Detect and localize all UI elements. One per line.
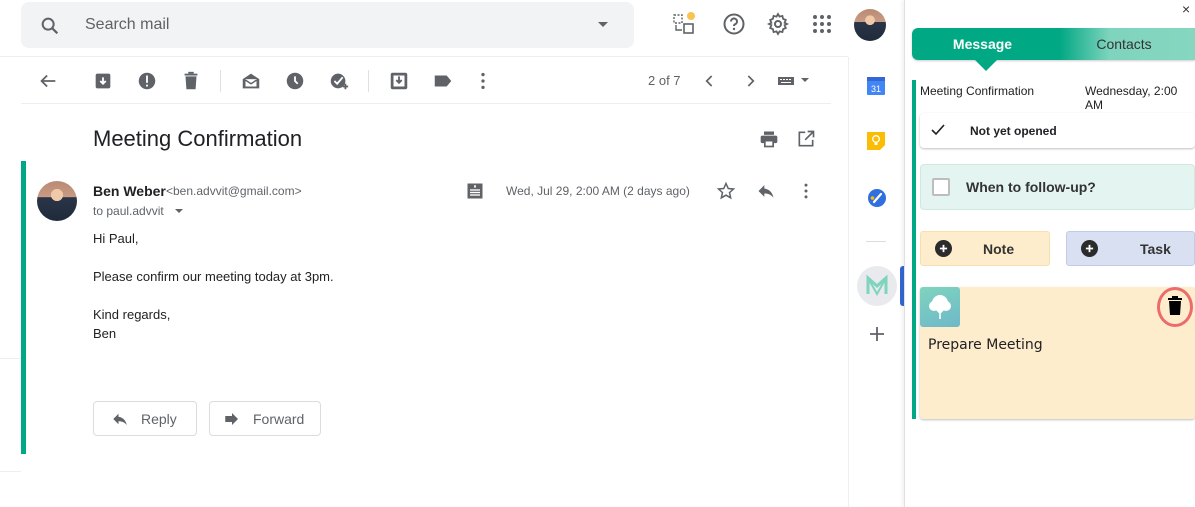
note-text[interactable]: Prepare Meeting [928,337,1043,353]
mailtrack-addon-button[interactable] [857,266,897,306]
template-note-icon[interactable] [465,181,485,201]
reply-icon [113,413,127,425]
tracked-subject: Meeting Confirmation [920,84,1035,98]
follow-up-label: When to follow-up? [966,179,1096,195]
snip-notification-icon[interactable] [672,12,696,36]
calendar-icon[interactable]: 31 [867,77,885,95]
message-accent-bar [21,161,26,454]
tab-message[interactable]: Message [912,28,1053,60]
search-bar[interactable]: Search mail [21,2,634,48]
open-status-card [920,113,1195,148]
note-author-avatar [920,287,960,327]
apps-grid-icon[interactable] [810,12,834,36]
sender-name[interactable]: Ben Weber [93,183,166,199]
archive-icon[interactable] [92,70,114,92]
reply-button[interactable]: Reply [93,401,197,436]
tasks-icon[interactable] [867,188,887,208]
recipient-line: to paul.advvit [93,204,164,218]
check-icon [930,122,946,138]
open-status-text: Not yet opened [970,124,1057,138]
back-arrow-icon[interactable] [37,70,59,92]
search-input[interactable]: Search mail [85,16,169,34]
message-date: Wed, Jul 29, 2:00 AM (2 days ago) [506,184,690,198]
more-vert-icon[interactable] [472,70,494,92]
svg-text:31: 31 [871,84,881,94]
star-icon[interactable] [716,181,736,201]
header-divider [0,56,848,57]
settings-gear-icon[interactable] [766,12,790,36]
add-addon-icon[interactable] [868,325,886,343]
side-apps-divider [866,241,886,242]
pager-count: 2 of 7 [648,73,681,88]
sender-avatar[interactable] [37,181,77,221]
sender-email: <ben.advvit@gmail.com> [166,184,302,198]
forward-icon [225,412,238,425]
task-label: Task [1140,240,1171,257]
toolbar-divider [21,103,831,104]
active-tab-pointer [975,60,997,71]
older-chevron-right-icon[interactable] [740,70,762,92]
mark-unread-icon[interactable] [240,70,262,92]
close-panel-icon[interactable]: × [1182,1,1190,17]
show-details-dropdown-icon[interactable] [175,209,183,213]
open-new-window-icon[interactable] [796,129,816,149]
report-spam-icon[interactable] [136,70,158,92]
message-subject: Meeting Confirmation [93,126,303,151]
body-line: Ben [93,326,117,341]
add-task-icon[interactable] [328,70,350,92]
tracked-date: Wednesday, 2:00 AM [1085,84,1178,112]
reply-label: Reply [141,410,177,427]
reply-icon[interactable] [756,181,776,201]
panel-accent-bar [912,80,916,419]
label-icon[interactable] [432,70,454,92]
delete-note-trash-icon[interactable] [1167,296,1183,316]
add-note-button[interactable]: Note [920,231,1050,266]
toolbar-separator [220,70,221,92]
toolbar-separator [368,70,369,92]
mailtrack-m-icon [866,274,888,297]
move-to-icon[interactable] [388,70,410,92]
newer-chevron-left-icon[interactable] [700,70,722,92]
note-card[interactable] [920,287,1195,419]
add-task-button[interactable]: Task [1066,231,1195,266]
tab-contacts[interactable]: Contacts [1053,28,1195,60]
plus-circle-icon [1081,240,1098,257]
list-divider [0,471,21,472]
forward-label: Forward [253,410,305,427]
follow-up-checkbox[interactable] [932,178,950,196]
plus-circle-icon [935,240,952,257]
keyboard-icon[interactable] [777,70,813,92]
body-line: Please confirm our meeting today at 3pm. [93,269,334,284]
help-icon[interactable] [722,12,746,36]
forward-button[interactable]: Forward [209,401,321,436]
account-avatar[interactable] [854,9,886,41]
search-icon[interactable] [39,15,61,37]
body-line: Hi Paul, [93,231,139,246]
body-line: Kind regards, [93,307,171,322]
search-options-dropdown-icon[interactable] [598,22,608,27]
tree-icon [929,295,951,319]
more-options-icon[interactable] [796,181,816,201]
delete-icon[interactable] [180,70,202,92]
keep-icon[interactable] [867,132,885,150]
print-icon[interactable] [759,129,779,149]
list-divider [0,358,21,359]
note-label: Note [983,240,1015,257]
snooze-clock-icon[interactable] [284,70,306,92]
